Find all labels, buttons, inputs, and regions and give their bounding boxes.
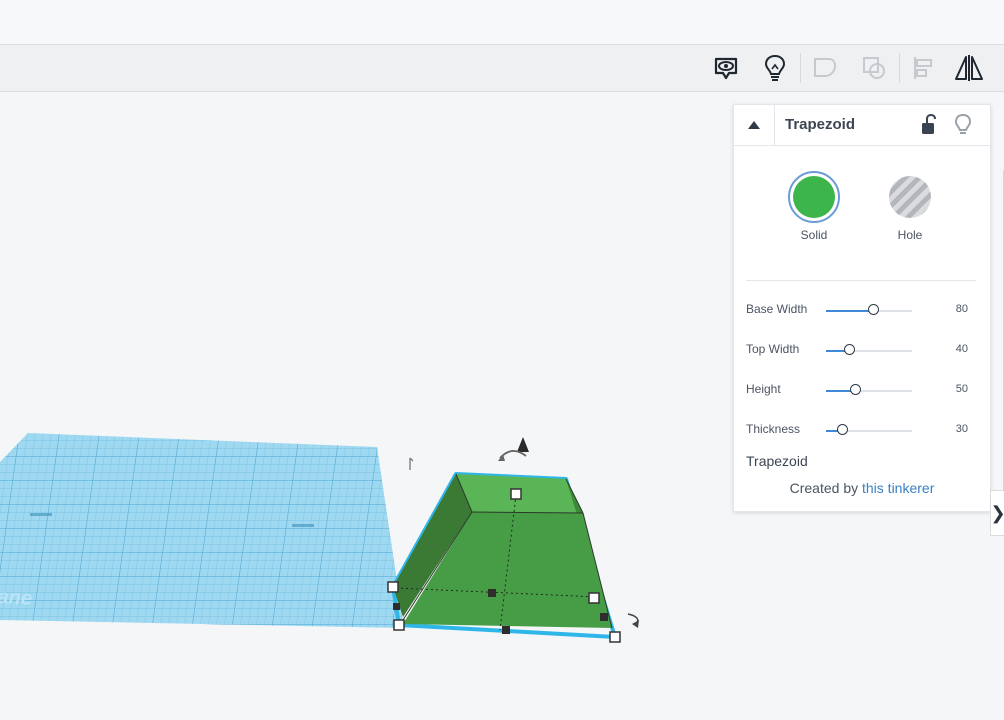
param-label: Top Width xyxy=(746,342,800,356)
chevron-right-icon: ❯ xyxy=(990,503,1004,524)
ungroup-icon xyxy=(863,57,885,79)
hole-swatch[interactable] xyxy=(884,171,936,223)
hole-label: Hole xyxy=(897,228,923,242)
hole-pattern-fill xyxy=(889,176,931,218)
slider-knob[interactable] xyxy=(849,384,861,395)
resize-handle[interactable] xyxy=(609,631,621,643)
rotate-arrow-icon[interactable] xyxy=(627,613,639,628)
hints-button[interactable] xyxy=(758,51,792,85)
creator-link[interactable]: this tinkerer xyxy=(862,480,934,496)
align-button[interactable] xyxy=(906,51,940,85)
slider-knob[interactable] xyxy=(843,344,855,355)
lift-arrow-icon[interactable] xyxy=(498,437,529,461)
hint-button[interactable] xyxy=(952,113,974,137)
workplane[interactable]: Workplane xyxy=(0,433,404,628)
hole-option[interactable]: Hole xyxy=(875,171,945,242)
resize-handle[interactable] xyxy=(510,488,522,500)
solid-option[interactable]: Solid xyxy=(779,171,849,242)
group-button[interactable] xyxy=(808,51,842,85)
param-thickness: Thickness 30 xyxy=(746,419,978,441)
expand-panel-button[interactable]: ❯ xyxy=(990,490,1004,536)
unlock-icon xyxy=(922,113,936,134)
shape-inspector-panel: Trapezoid Solid Hole Base Width 80 Top W… xyxy=(733,104,991,512)
toolbar xyxy=(0,45,1004,92)
resize-handle[interactable] xyxy=(588,592,600,604)
credit-line: Created by this tinkerer xyxy=(734,480,990,496)
solid-swatch[interactable] xyxy=(788,171,840,223)
param-value[interactable]: 30 xyxy=(956,423,968,435)
param-value[interactable]: 80 xyxy=(956,303,968,315)
lightbulb-icon xyxy=(954,113,972,134)
solid-color-fill xyxy=(793,176,835,218)
slider-knob[interactable] xyxy=(836,424,848,435)
inspector-header: Trapezoid xyxy=(734,105,990,146)
edge-handle[interactable] xyxy=(393,603,400,610)
workplane-label: Workplane xyxy=(0,582,33,609)
param-value[interactable]: 50 xyxy=(956,383,968,395)
speech-eye-icon xyxy=(714,57,738,80)
mirror-button[interactable] xyxy=(952,51,986,85)
toolbar-separator xyxy=(800,53,801,83)
param-label: Height xyxy=(746,382,781,396)
edge-handle[interactable] xyxy=(600,613,608,621)
ungroup-button[interactable] xyxy=(857,51,891,85)
slider-fill xyxy=(826,310,874,312)
rotate-arrow-icon[interactable] xyxy=(409,457,414,470)
inspector-title: Trapezoid xyxy=(785,116,856,133)
trapezoid-shape[interactable] xyxy=(391,472,617,639)
toolbar-separator xyxy=(899,53,900,83)
collapse-button[interactable] xyxy=(734,105,775,145)
panel-divider xyxy=(746,280,976,281)
edge-handle[interactable] xyxy=(502,626,510,634)
slider-knob[interactable] xyxy=(867,304,879,315)
chevron-up-icon xyxy=(748,121,760,129)
edge-handle[interactable] xyxy=(488,589,496,597)
resize-handle[interactable] xyxy=(393,619,405,631)
top-bar xyxy=(0,0,1004,45)
param-label: Base Width xyxy=(746,302,808,316)
param-top-width: Top Width 40 xyxy=(746,339,978,361)
param-value[interactable]: 40 xyxy=(956,343,968,355)
mirror-icon xyxy=(955,55,983,81)
credit-prefix: Created by xyxy=(789,480,859,496)
param-height: Height 50 xyxy=(746,379,978,401)
param-base-width: Base Width 80 xyxy=(746,299,978,321)
group-icon xyxy=(814,58,837,77)
solid-label: Solid xyxy=(800,228,828,242)
notes-tool-button[interactable] xyxy=(709,51,743,85)
lightbulb-icon xyxy=(764,54,786,81)
align-icon xyxy=(914,57,932,79)
resize-handle[interactable] xyxy=(387,581,399,593)
lock-button[interactable] xyxy=(918,113,940,137)
param-label: Thickness xyxy=(746,422,801,436)
shape-name: Trapezoid xyxy=(746,453,808,469)
